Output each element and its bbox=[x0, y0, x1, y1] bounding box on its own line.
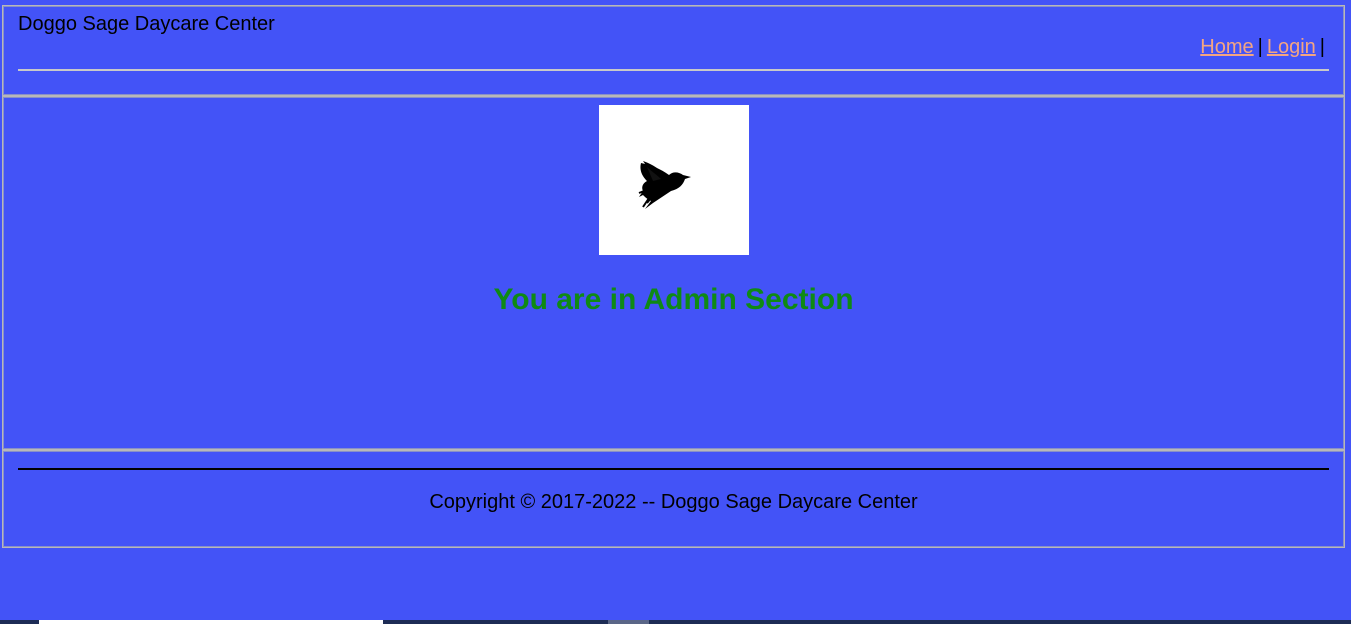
nav-home-link[interactable]: Home bbox=[1200, 36, 1253, 58]
nav-separator: | bbox=[1319, 36, 1325, 58]
site-title: Doggo Sage Daycare Center bbox=[18, 13, 275, 35]
main-content: You are in Admin Section bbox=[2, 96, 1345, 450]
nav-separator: | bbox=[1257, 36, 1263, 58]
bird-icon bbox=[638, 161, 691, 209]
header-divider bbox=[18, 69, 1329, 71]
copyright-text: Copyright © 2017-2022 -- Doggo Sage Dayc… bbox=[429, 491, 918, 513]
top-nav: Home | Login | bbox=[1200, 36, 1329, 59]
nav-login-link[interactable]: Login bbox=[1267, 36, 1316, 58]
taskbar-item[interactable] bbox=[39, 620, 383, 624]
taskbar-strip bbox=[0, 620, 1351, 624]
page-heading: You are in Admin Section bbox=[493, 283, 854, 316]
taskbar-item[interactable] bbox=[608, 620, 649, 624]
page-footer: Copyright © 2017-2022 -- Doggo Sage Dayc… bbox=[2, 450, 1345, 548]
logo-image bbox=[599, 105, 749, 255]
page-header: Doggo Sage Daycare Center Home | Login | bbox=[2, 5, 1345, 96]
footer-divider bbox=[18, 468, 1329, 470]
